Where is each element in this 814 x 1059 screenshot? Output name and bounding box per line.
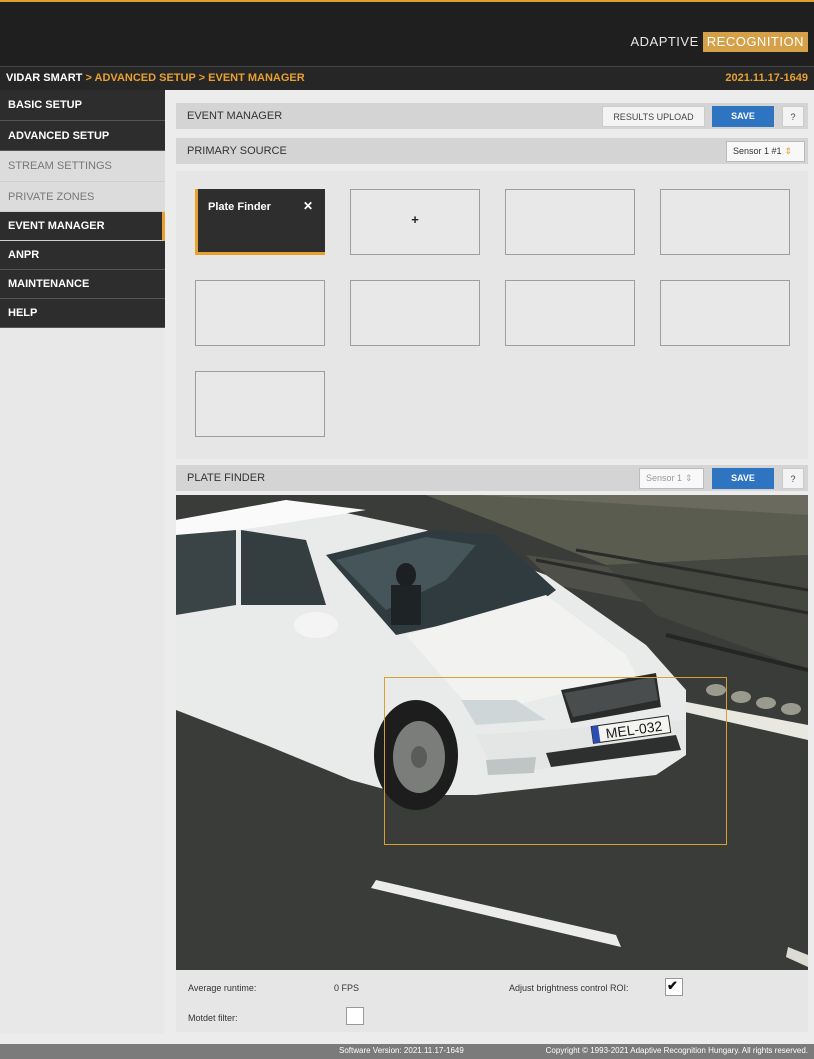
- plate-finder-save-button[interactable]: SAVE: [712, 468, 774, 489]
- add-module-slot[interactable]: +: [350, 189, 480, 255]
- primary-source-header: PRIMARY SOURCE Sensor 1 #1 ⇕: [176, 138, 808, 164]
- plate-finder-help-button[interactable]: ?: [782, 468, 804, 489]
- breadcrumb: VIDAR SMART > ADVANCED SETUP > EVENT MAN…: [6, 72, 305, 84]
- footer: Software Version: 2021.11.17-1649 Copyri…: [0, 1044, 814, 1059]
- breadcrumb-separator: >: [82, 72, 95, 84]
- chevron-updown-icon: ⇕: [784, 146, 793, 156]
- empty-module-slot[interactable]: [195, 371, 325, 437]
- event-manager-title: EVENT MANAGER: [187, 110, 283, 122]
- empty-module-slot[interactable]: [505, 189, 635, 255]
- copyright: Copyright © 1993-2021 Adaptive Recogniti…: [545, 1046, 808, 1055]
- sidebar-item-help[interactable]: HELP: [0, 299, 165, 328]
- brand-part-2: RECOGNITION: [702, 32, 808, 52]
- empty-module-slot[interactable]: [505, 280, 635, 346]
- chevron-updown-icon: ⇕: [685, 473, 693, 483]
- save-button[interactable]: SAVE: [712, 106, 774, 127]
- top-header: ADAPTIVE RECOGNITION: [0, 0, 814, 66]
- module-slot-plate-finder[interactable]: Plate Finder ✕: [195, 189, 325, 255]
- plate-finder-header: PLATE FINDER Sensor 1 ⇕ SAVE ?: [176, 465, 808, 491]
- close-icon[interactable]: ✕: [303, 199, 313, 213]
- average-runtime-label: Average runtime:: [188, 983, 257, 993]
- results-upload-button[interactable]: RESULTS UPLOAD: [602, 106, 705, 127]
- brightness-roi-checkbox[interactable]: ✔: [665, 978, 683, 996]
- version-label: 2021.11.17-1649: [725, 72, 808, 84]
- software-version: Software Version: 2021.11.17-1649: [339, 1046, 464, 1055]
- plate-finder-sensor-value: Sensor 1: [646, 473, 683, 483]
- plate-finder-controls: Average runtime: 0 FPS Adjust brightness…: [176, 970, 808, 1032]
- empty-module-slot[interactable]: [195, 280, 325, 346]
- sidebar-item-maintenance[interactable]: MAINTENANCE: [0, 270, 165, 299]
- plate-finder-title: PLATE FINDER: [187, 472, 266, 484]
- breadcrumb-bar: VIDAR SMART > ADVANCED SETUP > EVENT MAN…: [0, 66, 814, 90]
- primary-source-select[interactable]: Sensor 1 #1 ⇕: [726, 141, 805, 162]
- primary-source-value: Sensor 1 #1: [733, 146, 782, 156]
- help-button[interactable]: ?: [782, 106, 804, 127]
- module-grid: Plate Finder ✕ +: [176, 171, 808, 459]
- empty-module-slot[interactable]: [350, 280, 480, 346]
- brand-part-1: ADAPTIVE: [630, 34, 699, 49]
- breadcrumb-event-manager: EVENT MANAGER: [208, 72, 305, 84]
- empty-module-slot[interactable]: [660, 280, 790, 346]
- roi-rectangle[interactable]: [384, 677, 727, 845]
- motdet-filter-label: Motdet filter:: [188, 1013, 238, 1023]
- module-name: Plate Finder: [208, 201, 271, 213]
- event-manager-header: EVENT MANAGER RESULTS UPLOAD SAVE ?: [176, 103, 808, 129]
- sidebar-item-anpr[interactable]: ANPR: [0, 241, 165, 270]
- plate-finder-sensor-select[interactable]: Sensor 1 ⇕: [639, 468, 704, 489]
- sidebar: BASIC SETUP ADVANCED SETUP STREAM SETTIN…: [0, 90, 165, 1034]
- sidebar-item-private-zones[interactable]: PRIVATE ZONES: [0, 181, 165, 212]
- breadcrumb-root[interactable]: VIDAR SMART: [6, 72, 82, 84]
- sidebar-item-basic-setup[interactable]: BASIC SETUP: [0, 90, 165, 121]
- plus-icon: +: [411, 212, 419, 227]
- motdet-filter-checkbox[interactable]: [346, 1007, 364, 1025]
- sidebar-item-advanced-setup[interactable]: ADVANCED SETUP: [0, 120, 165, 151]
- brand-logo: ADAPTIVE RECOGNITION: [626, 32, 808, 52]
- sidebar-item-event-manager[interactable]: EVENT MANAGER: [0, 212, 165, 241]
- sidebar-item-stream-settings[interactable]: STREAM SETTINGS: [0, 151, 165, 182]
- camera-view[interactable]: MEL-032: [176, 495, 808, 970]
- checkmark-icon: ✔: [667, 978, 678, 993]
- primary-source-title: PRIMARY SOURCE: [187, 145, 287, 157]
- average-runtime-value: 0 FPS: [334, 983, 360, 993]
- breadcrumb-separator: >: [195, 72, 209, 84]
- brightness-roi-label: Adjust brightness control ROI:: [509, 983, 629, 993]
- empty-module-slot[interactable]: [660, 189, 790, 255]
- breadcrumb-advanced-setup[interactable]: ADVANCED SETUP: [95, 72, 196, 84]
